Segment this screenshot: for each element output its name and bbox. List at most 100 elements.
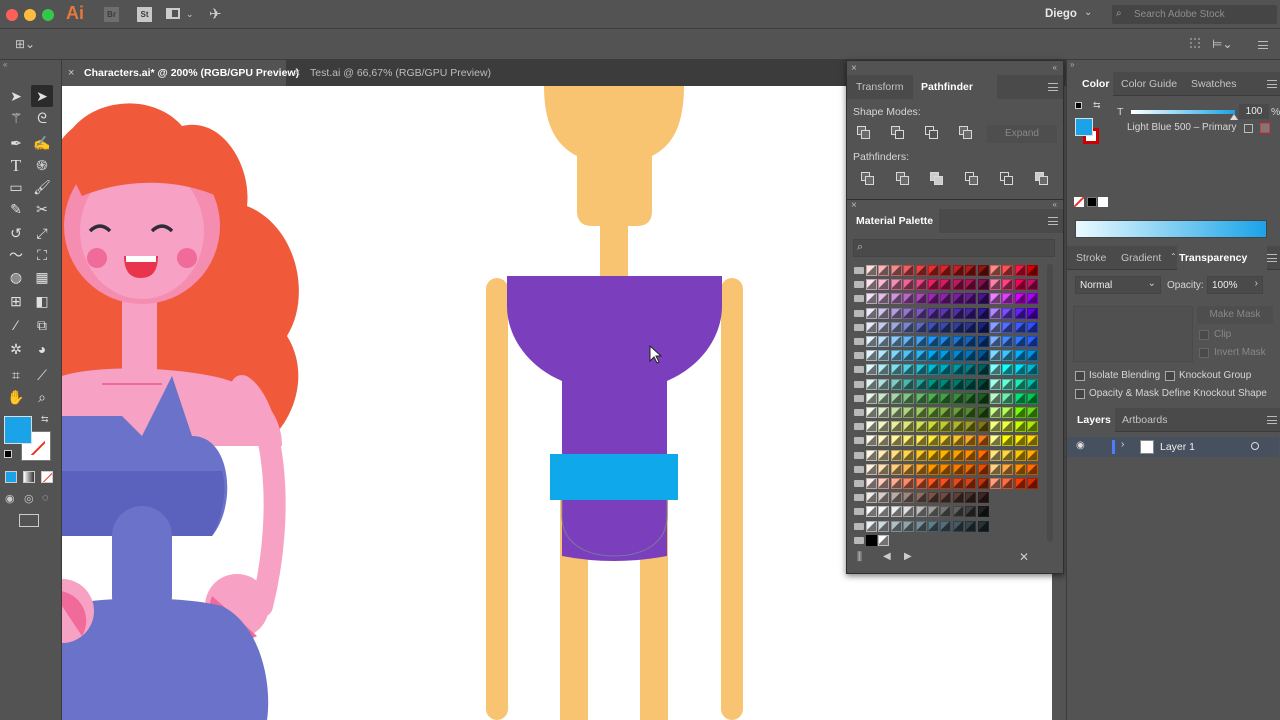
color-swatch[interactable]: [990, 364, 1001, 376]
color-swatch[interactable]: [928, 392, 939, 404]
color-swatch[interactable]: [977, 279, 989, 291]
close-panel-icon[interactable]: ×: [851, 63, 857, 74]
color-swatch[interactable]: [928, 307, 939, 319]
color-swatch[interactable]: [878, 492, 890, 504]
collapse-panel-icon[interactable]: «: [1053, 63, 1057, 72]
swatch-group-icon[interactable]: [854, 437, 864, 445]
color-swatch[interactable]: [866, 520, 877, 532]
document-tab-characters[interactable]: × Characters.ai* @ 200% (RGB/GPU Preview…: [62, 60, 299, 86]
swatch-libraries-icon[interactable]: ⫼: [857, 551, 862, 564]
tint-slider-handle[interactable]: [1230, 114, 1238, 120]
color-swatch[interactable]: [952, 378, 964, 390]
color-swatch[interactable]: [915, 293, 927, 305]
panel-menu-icon[interactable]: [1267, 416, 1277, 424]
swatch-group-icon[interactable]: [854, 295, 864, 303]
color-swatch[interactable]: [890, 350, 902, 362]
swatch-group-icon[interactable]: [854, 267, 864, 274]
color-swatch[interactable]: [866, 378, 877, 390]
color-swatch[interactable]: [866, 364, 877, 376]
curvature-icon[interactable]: ✍: [31, 132, 53, 154]
color-swatch[interactable]: [965, 321, 977, 333]
tab-material-palette[interactable]: Material Palette: [847, 209, 939, 233]
color-swatch[interactable]: [965, 492, 977, 504]
color-swatch[interactable]: [1002, 421, 1014, 433]
tab-layers[interactable]: Layers: [1067, 408, 1115, 432]
color-swatch[interactable]: [890, 506, 902, 518]
color-swatch[interactable]: [1027, 293, 1039, 305]
color-swatch[interactable]: [1002, 463, 1014, 475]
swatch-group-icon[interactable]: [854, 281, 864, 289]
spiral-icon[interactable]: ֍: [31, 154, 53, 176]
color-swatch[interactable]: [965, 378, 977, 390]
rotate-icon[interactable]: ↺: [5, 222, 27, 244]
color-swatch[interactable]: [990, 336, 1001, 347]
color-swatch[interactable]: [952, 492, 964, 504]
crop-icon[interactable]: [963, 170, 981, 188]
character-woman[interactable]: [62, 103, 299, 720]
eraser-icon[interactable]: ✂: [31, 198, 53, 220]
color-swatch[interactable]: [903, 265, 915, 276]
color-swatch[interactable]: [1027, 407, 1039, 418]
tab-swatches[interactable]: Swatches: [1191, 72, 1237, 96]
color-swatch[interactable]: [952, 478, 964, 489]
expand-button[interactable]: Expand: [987, 125, 1057, 143]
draw-inside-icon[interactable]: ◎: [24, 492, 34, 505]
color-swatch[interactable]: [878, 364, 890, 376]
swatch-group-icon[interactable]: [854, 352, 864, 360]
color-swatch[interactable]: [952, 407, 964, 418]
workspace-layout-icon[interactable]: [166, 8, 180, 19]
color-swatch[interactable]: [1027, 378, 1039, 390]
color-swatch[interactable]: [866, 478, 877, 489]
color-swatch[interactable]: [952, 421, 964, 433]
gradient-mode-icon[interactable]: [23, 471, 35, 483]
color-swatch[interactable]: [965, 421, 977, 433]
color-swatch[interactable]: [977, 265, 989, 276]
color-swatch[interactable]: [952, 321, 964, 333]
color-swatch[interactable]: [1002, 350, 1014, 362]
color-swatch[interactable]: [965, 265, 977, 276]
color-swatch[interactable]: [940, 463, 952, 475]
opacity-mask-checkbox[interactable]: [1075, 389, 1085, 399]
mesh-icon[interactable]: ⊞: [5, 290, 27, 312]
tab-transform[interactable]: Transform: [856, 75, 903, 99]
color-swatch[interactable]: [903, 350, 915, 362]
color-swatch[interactable]: [1014, 364, 1026, 376]
color-swatch[interactable]: [965, 463, 977, 475]
merge-icon[interactable]: [928, 170, 946, 188]
zoom-icon[interactable]: ⌕: [31, 386, 53, 408]
swatch-group-icon[interactable]: [854, 309, 864, 317]
color-swatch[interactable]: [878, 265, 890, 276]
visibility-eye-icon[interactable]: ◉: [1076, 440, 1085, 451]
stock-button[interactable]: St: [137, 7, 152, 22]
color-swatch[interactable]: [940, 520, 952, 532]
color-swatch[interactable]: [1027, 336, 1039, 347]
color-swatch[interactable]: [928, 321, 939, 333]
color-swatch[interactable]: [965, 435, 977, 447]
bridge-button[interactable]: Br: [104, 7, 119, 22]
color-swatch[interactable]: [903, 492, 915, 504]
control-bar-options-icon[interactable]: ⊞⌄: [15, 37, 35, 51]
unite-icon[interactable]: [855, 124, 873, 142]
color-swatch[interactable]: [866, 392, 877, 404]
clip-checkbox[interactable]: [1199, 330, 1209, 340]
panel-menu-icon[interactable]: [1267, 80, 1277, 88]
color-swatch[interactable]: [903, 364, 915, 376]
color-swatch[interactable]: [890, 478, 902, 489]
swatch-group-icon[interactable]: [854, 338, 864, 345]
tab-pathfinder[interactable]: Pathfinder: [913, 75, 997, 99]
color-swatch[interactable]: [928, 407, 939, 418]
symbol-sprayer-icon[interactable]: ✲: [5, 338, 27, 360]
minus-back-icon[interactable]: [1033, 170, 1051, 188]
color-swatch[interactable]: [990, 265, 1001, 276]
gradient-icon[interactable]: ◧: [31, 290, 53, 312]
color-swatch[interactable]: [1027, 392, 1039, 404]
color-swatch[interactable]: [890, 520, 902, 532]
slice-icon[interactable]: ⟋: [31, 364, 53, 386]
color-swatch[interactable]: [915, 407, 927, 418]
color-swatch[interactable]: [977, 449, 989, 461]
color-swatch[interactable]: [915, 364, 927, 376]
color-swatch[interactable]: [940, 293, 952, 305]
color-swatch[interactable]: [1014, 307, 1026, 319]
color-swatch[interactable]: [990, 463, 1001, 475]
fill-swatch[interactable]: [4, 416, 32, 444]
